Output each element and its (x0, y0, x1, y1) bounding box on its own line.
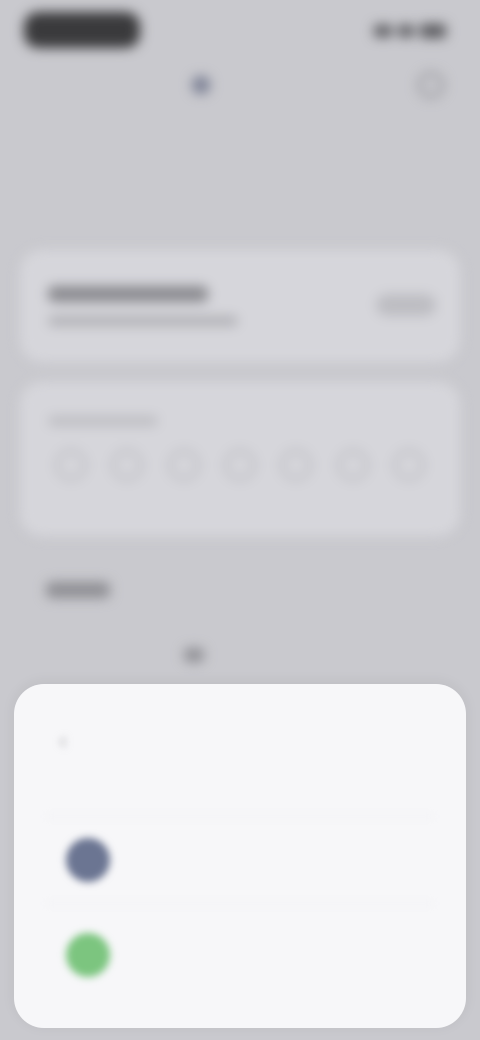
section-heading (46, 582, 110, 598)
settings-icon[interactable] (418, 72, 444, 98)
wifi-icon (398, 25, 414, 37)
day-circle[interactable] (337, 450, 368, 480)
back-button[interactable]: ‹ (50, 728, 76, 754)
day-circle[interactable] (168, 450, 199, 480)
signal-icon (374, 25, 392, 37)
day-circle[interactable] (112, 450, 143, 480)
day-circle[interactable] (393, 450, 424, 480)
option-item[interactable] (46, 912, 434, 998)
battery-icon (420, 24, 446, 38)
bottom-sheet: ‹ (14, 684, 466, 1028)
account-avatar (192, 76, 210, 94)
week-label (48, 416, 158, 426)
option-item[interactable] (46, 816, 434, 904)
sheet-content: ‹ (14, 684, 466, 1028)
app-icon (66, 838, 110, 882)
week-card (20, 382, 460, 536)
summary-heading (48, 286, 208, 302)
status-bar-time (24, 12, 140, 48)
account-switcher[interactable] (192, 76, 220, 94)
summary-card[interactable] (20, 250, 460, 362)
day-circle[interactable] (56, 450, 86, 480)
summary-action[interactable] (376, 294, 436, 316)
week-day-circles (56, 450, 424, 480)
day-circle[interactable] (224, 450, 255, 480)
grab-handle (184, 648, 204, 662)
day-circle[interactable] (281, 450, 312, 480)
status-bar-icons (374, 24, 446, 38)
chevron-left-icon: ‹ (59, 728, 67, 753)
app-icon (66, 933, 110, 977)
summary-subtext (48, 316, 238, 326)
